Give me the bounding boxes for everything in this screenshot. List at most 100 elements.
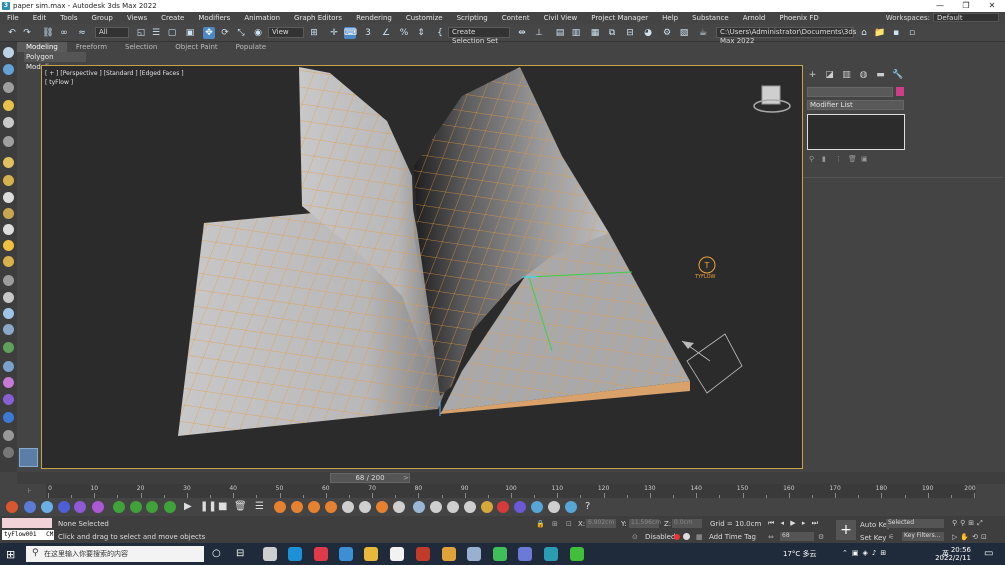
hierarchy-tab-icon[interactable]: ▥ (841, 70, 852, 81)
remove-modifier-icon[interactable]: 🗑 (848, 155, 857, 163)
polygon-modeling-panel[interactable]: Polygon Modeling (24, 52, 86, 71)
curve-editor-icon[interactable]: ⧉ (606, 27, 618, 39)
project-path-select[interactable]: C:\Users\Administrator\Documents\3ds Max… (716, 27, 856, 45)
perspective-viewport[interactable]: [ + ] [Perspective ] [Standard ] [Edged … (41, 65, 803, 469)
stop-icon[interactable]: ■ (218, 501, 227, 512)
menu-views[interactable]: Views (120, 14, 154, 22)
utilities-icon[interactable] (3, 175, 14, 186)
key-tangent-icon[interactable]: ⚟ (888, 533, 894, 541)
mirror-icon[interactable]: ⇹ (516, 27, 528, 39)
window-crossing-icon[interactable]: ▣ (184, 27, 196, 39)
modifier-list-select[interactable]: Modifier List (807, 100, 904, 110)
delete-icon[interactable]: 🗑 (234, 501, 247, 512)
set-key-big-button[interactable]: + (836, 520, 856, 540)
percent-snap-icon[interactable]: % (398, 27, 410, 39)
select-by-name-icon[interactable]: ☰ (150, 27, 162, 39)
menu-rendering[interactable]: Rendering (349, 14, 399, 22)
modify-tab-icon[interactable]: ◪ (824, 70, 835, 81)
tyflow-icon[interactable] (6, 501, 18, 513)
arrow-icon[interactable] (130, 501, 142, 513)
motion-tab-icon[interactable]: ◍ (858, 70, 869, 81)
transform-type-icon[interactable]: ⊡ (566, 520, 572, 528)
pivot-icon[interactable]: ⊞ (308, 27, 320, 39)
bowl-icon[interactable] (447, 501, 459, 513)
time-config-icon[interactable] (683, 533, 690, 540)
bifrost-icon[interactable] (74, 501, 86, 513)
menu-help[interactable]: Help (655, 14, 685, 22)
list-icon[interactable]: ☰ (255, 501, 264, 512)
cup-icon[interactable] (464, 501, 476, 513)
help-icon[interactable] (3, 447, 14, 458)
cache-icon[interactable] (565, 501, 577, 513)
tree-icon[interactable] (3, 342, 14, 353)
playback-controls[interactable]: ⏮ ◂ ▶ ▸ ⏭ (768, 519, 820, 528)
key-mode-icon[interactable]: ⇔ (768, 533, 774, 541)
menu-animation[interactable]: Animation (237, 14, 287, 22)
scene-explorer-icon[interactable] (3, 47, 14, 58)
windows-start-icon[interactable]: ⊞ (6, 548, 15, 561)
file-explorer-icon[interactable] (364, 547, 378, 561)
modifier-icon[interactable] (3, 117, 14, 128)
fire-icon-2[interactable] (291, 501, 303, 513)
cone-icon[interactable] (3, 224, 14, 235)
add-time-tag[interactable]: Add Time Tag (709, 533, 756, 541)
app-files-icon[interactable] (263, 547, 277, 561)
app-circle-icon[interactable] (518, 547, 532, 561)
menu-project-manager[interactable]: Project Manager (584, 14, 655, 22)
pause-icon[interactable]: ❚❚ (200, 501, 217, 512)
keyboard-shortcut-icon[interactable]: ⌨ (344, 27, 357, 39)
x-field[interactable]: 6.902cm (586, 519, 616, 528)
selection-region-icon[interactable]: ▢ (166, 27, 178, 39)
fluid-icon[interactable] (92, 501, 104, 513)
app-fire-icon[interactable] (416, 547, 430, 561)
unlink-icon[interactable]: ∞ (58, 27, 70, 39)
tyflow-tool-icon[interactable] (3, 292, 14, 303)
abs-mode-icon[interactable]: ⊞ (552, 520, 558, 528)
particle-flow-icon[interactable] (24, 501, 36, 513)
edge-icon[interactable] (288, 547, 302, 561)
track-bar-toggle-icon[interactable]: ⊦ (28, 487, 32, 495)
spinner-snap-icon[interactable]: ⇕ (415, 27, 427, 39)
app-red-icon[interactable] (314, 547, 328, 561)
fire-icon-1[interactable] (274, 501, 286, 513)
configure-sets-icon[interactable]: ▣ (861, 155, 869, 163)
fire-icon-5[interactable] (376, 501, 388, 513)
tab-object-paint[interactable]: Object Paint (166, 42, 226, 52)
viewport-nav-top[interactable]: ⚲⚲⊞⤢ (952, 519, 986, 528)
menu-graph-editors[interactable]: Graph Editors (287, 14, 349, 22)
menu-arnold[interactable]: Arnold (736, 14, 773, 22)
pin-stack-icon[interactable]: ⚲ (809, 155, 817, 163)
menu-group[interactable]: Group (85, 14, 120, 22)
phoenix-icon[interactable] (58, 501, 70, 513)
viewport-layout-icon[interactable] (19, 448, 38, 467)
y-field[interactable]: 11.596cm (629, 519, 661, 528)
schematic-view-icon[interactable]: ⊟ (624, 27, 636, 39)
scale-gizmo-icon[interactable] (146, 501, 158, 513)
object-color-swatch[interactable] (896, 87, 904, 96)
move-gizmo-icon[interactable] (113, 501, 125, 513)
select-scale-icon[interactable]: ⤡ (235, 27, 247, 39)
object-name-field[interactable] (807, 87, 893, 97)
store-icon[interactable] (390, 547, 404, 561)
menu-content[interactable]: Content (495, 14, 537, 22)
minimize-button[interactable]: — (927, 0, 953, 12)
select-rotate-icon[interactable]: ⟳ (219, 27, 231, 39)
undo-icon[interactable]: ↶ (6, 27, 18, 39)
tab-freeform[interactable]: Freeform (67, 42, 116, 52)
tab-modeling[interactable]: Modeling (17, 42, 67, 52)
named-selection-select[interactable]: Create Selection Set (448, 27, 510, 45)
workspaces-select[interactable]: Default (933, 13, 999, 22)
time-slider[interactable]: 68 / 200 (330, 473, 410, 483)
create-tab-icon[interactable]: + (807, 70, 818, 81)
app-window-icon[interactable] (467, 547, 481, 561)
menu-civil-view[interactable]: Civil View (537, 14, 585, 22)
make-unique-icon[interactable]: ⋮ (835, 155, 843, 163)
time-slider-track[interactable] (17, 472, 1005, 484)
mail-icon[interactable] (339, 547, 353, 561)
gold-icon[interactable] (481, 501, 493, 513)
shelf-icon[interactable] (3, 275, 14, 286)
redo-icon[interactable]: ↷ (21, 27, 33, 39)
show-end-result-icon[interactable]: ▮ (822, 155, 830, 163)
bind-spacewarp-icon[interactable]: ≈ (76, 27, 88, 39)
red-icon[interactable] (497, 501, 509, 513)
